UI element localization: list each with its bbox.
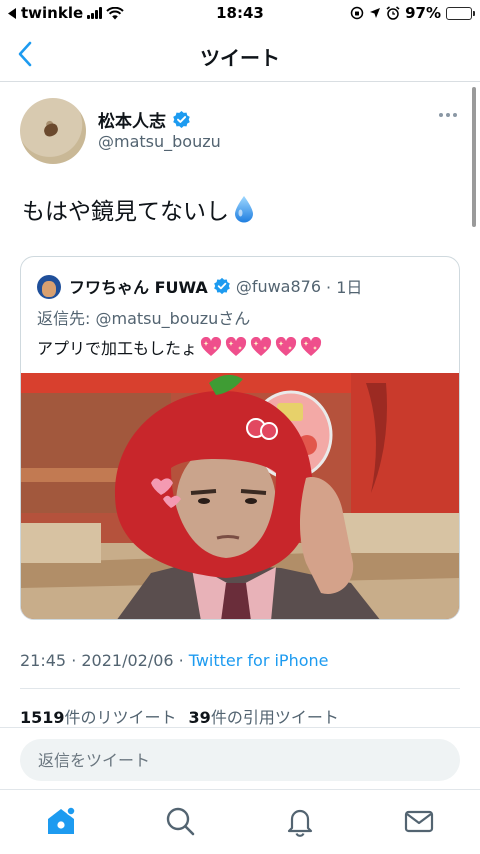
reply-input[interactable] [20,739,460,781]
quotes-count: 39 [188,708,211,727]
sparkling-heart-emoji-icon [250,337,272,356]
droplet-emoji-icon [235,196,253,223]
reply-prefix: 返信先: [37,309,96,328]
tab-messages[interactable] [402,804,436,838]
author-handle[interactable]: @matsu_bouzu [98,132,221,151]
sparkling-heart-emoji-icon [300,337,322,356]
retweets-label: 件のリツイート [64,708,177,727]
quoted-author-avatar[interactable] [37,275,61,299]
orientation-lock-icon [350,6,364,20]
location-arrow-icon [370,8,381,18]
tweet-body: もはや鏡見てないし [22,199,229,225]
tweet-timestamp: 21:45 · 2021/02/06 [20,651,174,670]
quoted-reply-to: 返信先: @matsu_bouzuさん [37,305,250,329]
divider [20,688,460,689]
quoted-author-handle: @fuwa876 [235,276,322,296]
quoted-text: アプリで加工もしたょ [37,335,322,359]
tab-search[interactable] [163,804,197,838]
status-bar: twinkle 18:43 97% [0,0,480,28]
status-right: 97% [350,4,475,22]
tweet-text: もはや鏡見てないし [22,192,255,226]
separator-dot: · [178,651,184,670]
tab-home[interactable] [44,804,78,838]
scrollbar[interactable] [472,87,476,227]
author-name-row[interactable]: 松本人志 [98,107,191,132]
tweet-stats: 1519件のリツイート 39件の引用ツイート [20,704,339,728]
verified-badge-icon [213,277,230,295]
search-icon [166,807,195,836]
page-title: ツイート [200,46,280,70]
more-icon[interactable] [438,112,458,118]
quote-tweets-stat[interactable]: 39件の引用ツイート [189,704,339,728]
quoted-photo[interactable] [21,373,459,619]
retweets-count: 1519 [20,708,65,727]
battery-icon [446,6,475,20]
tweet-timestamp-row: 21:45 · 2021/02/06 · Twitter for iPhone [20,651,329,670]
reply-bar [0,727,480,789]
tab-notifications[interactable] [283,804,317,838]
tweet-source-link[interactable]: Twitter for iPhone [189,651,329,670]
sparkling-heart-emoji-icon [200,337,222,356]
alarm-icon [386,6,400,20]
nav-bar: ツイート [0,28,480,82]
quoted-tweet[interactable]: フワちゃん FUWA @fuwa876 · 1日 返信先: @matsu_bou… [20,256,460,620]
quoted-body: アプリで加工もしたょ [37,339,198,358]
quoted-header: フワちゃん FUWA @fuwa876 · 1日 [69,274,362,298]
quoted-author-name[interactable]: フワちゃん FUWA [69,274,208,298]
quotes-label: 件の引用ツイート [210,708,339,727]
mail-icon [404,810,434,833]
reply-suffix: さん [218,309,251,328]
battery-percent: 97% [405,4,441,22]
sparkling-heart-emoji-icon [225,337,247,356]
verified-badge-icon [173,110,190,129]
home-icon [48,806,76,834]
sparkling-heart-emoji-icon [275,337,297,356]
photo-illustration [21,373,459,619]
author-avatar[interactable] [20,98,86,164]
retweets-stat[interactable]: 1519件のリツイート [20,704,177,728]
tab-bar [0,789,480,854]
reply-handle-link[interactable]: @matsu_bouzu [95,309,218,328]
quoted-time: · 1日 [326,278,363,297]
author-name[interactable]: 松本人志 [98,107,166,132]
bell-icon [287,809,313,837]
